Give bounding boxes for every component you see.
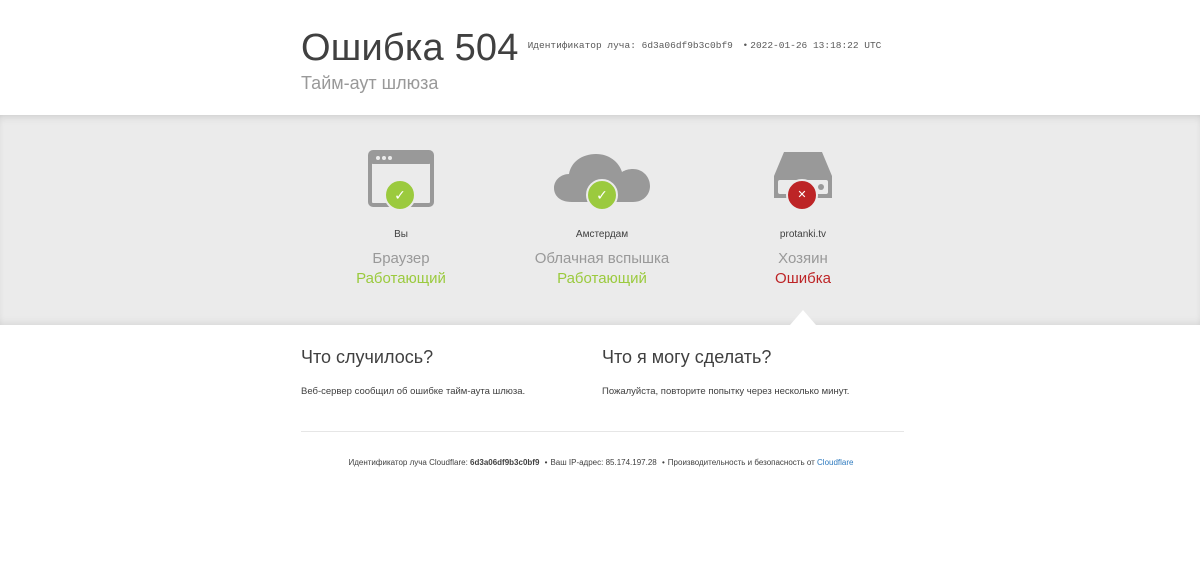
location-label: protanki.tv <box>779 229 827 240</box>
error-header: Ошибка 504 Идентификатор луча: 6d3a06df9… <box>0 0 1200 115</box>
footer-perf-label: Производительность и безопасность от <box>667 458 815 467</box>
footer-separator: • <box>661 458 665 467</box>
cloud-icon: ✓ <box>552 150 652 218</box>
footer-ray-id: 6d3a06df9b3c0bf9 <box>470 458 540 467</box>
footer-ray-label: Идентификатор луча Cloudflare: <box>348 458 468 467</box>
footer-separator: • <box>544 458 548 467</box>
check-icon: ✓ <box>586 179 618 211</box>
check-icon: ✓ <box>384 179 416 211</box>
location-label: Вы <box>394 229 408 240</box>
node-type: Облачная вспышка <box>534 250 670 267</box>
node-status: Ошибка <box>775 270 831 287</box>
title-row: Ошибка 504 Идентификатор луча: 6d3a06df9… <box>301 27 881 70</box>
ray-label: Идентификатор луча: <box>527 40 636 51</box>
footer: Идентификатор луча Cloudflare: 6d3a06df9… <box>301 458 901 467</box>
error-title: Ошибка 504 <box>301 27 519 69</box>
location-label: Амстердам <box>575 229 629 240</box>
what-to-do-text: Пожалуйста, повторите попытку через неск… <box>602 386 850 397</box>
node-status: Работающий <box>557 270 647 287</box>
ray-id: 6d3a06df9b3c0bf9 <box>641 40 733 51</box>
what-happened-heading: Что случилось? <box>301 347 434 367</box>
footer-ip-label: Ваш IP-адрес: <box>550 458 604 467</box>
error-pointer <box>790 310 816 325</box>
error-subtitle: Тайм-аут шлюза <box>301 73 439 93</box>
ray-meta: Идентификатор луча: 6d3a06df9b3c0bf9 • 20… <box>528 40 882 51</box>
footer-divider <box>301 431 904 432</box>
browser-icon: ✓ <box>368 150 434 218</box>
timestamp: 2022-01-26 13:18:22 UTC <box>750 40 882 51</box>
what-to-do-section: Что я могу сделать? Пожалуйста, повторит… <box>602 347 892 397</box>
status-band: ✓ Вы Браузер Работающий ✓ Амстердам Обла… <box>0 115 1200 325</box>
node-status: Работающий <box>356 270 446 287</box>
meta-separator: • <box>742 40 749 51</box>
cloudflare-link[interactable]: Cloudflare <box>817 458 853 467</box>
error-x-icon: ✕ <box>786 179 818 211</box>
footer-ip: 85.174.197.28 <box>605 458 657 467</box>
what-to-do-heading: Что я могу сделать? <box>602 347 772 367</box>
node-type: Браузер <box>372 250 430 267</box>
server-icon: ✕ <box>772 150 834 218</box>
what-happened-text: Веб-сервер сообщил об ошибке тайм-аута ш… <box>301 386 526 397</box>
what-happened-section: Что случилось? Веб-сервер сообщил об оши… <box>301 347 591 397</box>
node-type: Хозяин <box>778 250 828 267</box>
